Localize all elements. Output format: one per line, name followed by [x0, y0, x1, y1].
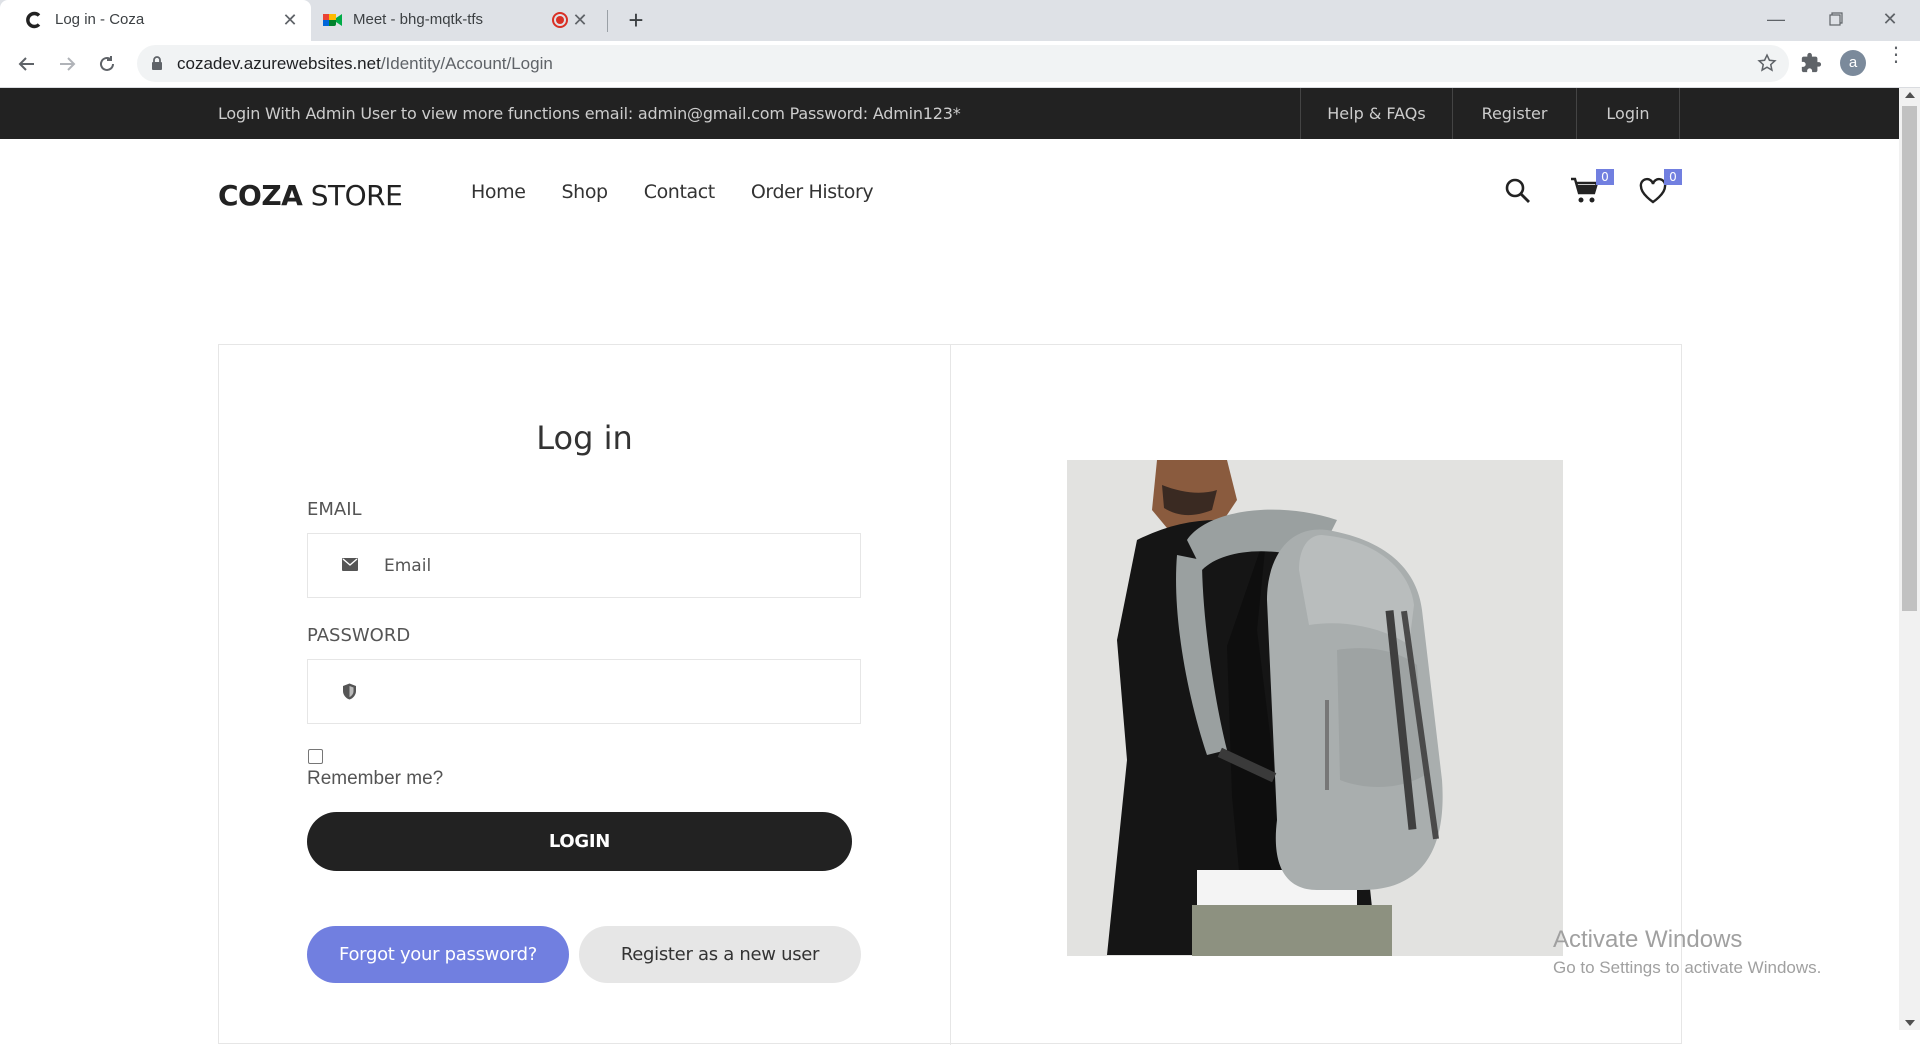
top-bar-links: Help & FAQs Register Login — [1300, 88, 1680, 139]
new-tab-plus-icon[interactable]: + — [620, 7, 652, 34]
browser-tab-meet[interactable]: Meet - bhg-mqtk-tfs ✕ — [311, 0, 611, 41]
logo-bold: COZA — [218, 179, 303, 212]
browser-tab-active[interactable]: Log in - Coza ✕ — [0, 0, 311, 41]
close-tab-icon[interactable]: ✕ — [569, 9, 591, 31]
register-new-user-button[interactable]: Register as a new user — [579, 926, 861, 983]
activate-windows-watermark: Activate Windows Go to Settings to activ… — [1553, 926, 1821, 978]
watermark-title: Activate Windows — [1553, 926, 1743, 953]
wishlist-button[interactable]: 0 — [1638, 169, 1682, 210]
scrollbar-thumb[interactable] — [1902, 106, 1917, 611]
reload-icon[interactable] — [92, 49, 122, 79]
logo-light: STORE — [302, 179, 403, 212]
email-label: EMAIL — [307, 499, 362, 520]
password-label: PASSWORD — [307, 625, 411, 646]
email-input[interactable] — [384, 552, 834, 580]
cart-count-badge: 0 — [1596, 169, 1614, 185]
wishlist-count-badge: 0 — [1664, 169, 1682, 185]
cart-button[interactable]: 0 — [1570, 169, 1614, 210]
meet-favicon-icon — [323, 10, 343, 30]
nav-contact[interactable]: Contact — [644, 181, 716, 203]
profile-avatar[interactable]: a — [1840, 50, 1866, 76]
address-bar[interactable]: cozadev.azurewebsites.net/Identity/Accou… — [137, 45, 1789, 82]
login-button[interactable]: LOGIN — [307, 812, 852, 871]
browser-toolbar: cozadev.azurewebsites.net/Identity/Accou… — [0, 41, 1920, 88]
tab-separator — [607, 10, 608, 32]
recording-icon — [552, 12, 568, 28]
search-icon[interactable] — [1504, 177, 1532, 210]
restore-icon[interactable] — [1806, 4, 1866, 34]
card-divider — [950, 345, 951, 1045]
main-nav: Home Shop Contact Order History — [471, 181, 909, 203]
email-field[interactable] — [307, 533, 861, 598]
login-title: Log in — [536, 419, 633, 457]
scroll-up-arrow-icon[interactable] — [1905, 92, 1915, 98]
shield-icon — [342, 683, 357, 705]
scroll-down-arrow-icon[interactable] — [1905, 1020, 1915, 1026]
nav-home[interactable]: Home — [471, 181, 526, 203]
tab-title: Log in - Coza — [55, 11, 145, 28]
login-link[interactable]: Login — [1576, 88, 1680, 139]
extensions-puzzle-icon[interactable] — [1800, 52, 1822, 79]
browser-menu-icon[interactable]: ⋮ — [1886, 45, 1906, 65]
nav-shop[interactable]: Shop — [562, 181, 609, 203]
remember-me-checkbox[interactable] — [308, 749, 323, 764]
site-header: COZA STORE Home Shop Contact Order Histo… — [0, 139, 1899, 242]
password-input[interactable] — [384, 678, 834, 706]
browser-tabstrip: Log in - Coza ✕ Meet - bhg-mqtk-tfs ✕ + … — [0, 0, 1920, 41]
bookmark-star-icon[interactable] — [1757, 53, 1777, 78]
lock-icon[interactable] — [151, 56, 163, 75]
forgot-password-button[interactable]: Forgot your password? — [307, 926, 569, 983]
register-link[interactable]: Register — [1452, 88, 1576, 139]
help-faqs-link[interactable]: Help & FAQs — [1300, 88, 1452, 139]
close-tab-icon[interactable]: ✕ — [279, 9, 301, 31]
url-text: cozadev.azurewebsites.net/Identity/Accou… — [177, 54, 553, 74]
url-path: /Identity/Account/Login — [380, 54, 553, 73]
minimize-icon[interactable]: — — [1746, 4, 1806, 34]
coza-favicon-icon — [24, 10, 44, 30]
site-top-bar: Login With Admin User to view more funct… — [0, 88, 1899, 139]
admin-login-notice: Login With Admin User to view more funct… — [218, 104, 961, 123]
envelope-icon — [342, 558, 358, 576]
close-window-icon[interactable]: ✕ — [1860, 4, 1920, 34]
tab-title: Meet - bhg-mqtk-tfs — [353, 11, 484, 28]
password-field[interactable] — [307, 659, 861, 724]
page-scrollbar[interactable] — [1899, 88, 1920, 1030]
watermark-subtitle: Go to Settings to activate Windows. — [1553, 958, 1822, 977]
nav-order-history[interactable]: Order History — [751, 181, 874, 203]
url-host: cozadev.azurewebsites.net — [177, 54, 381, 73]
site-logo[interactable]: COZA STORE — [218, 179, 403, 212]
remember-me-label[interactable]: Remember me? — [307, 768, 443, 790]
forward-arrow-icon[interactable] — [52, 49, 82, 79]
backpack-model-photo — [1067, 460, 1563, 956]
back-arrow-icon[interactable] — [12, 49, 42, 79]
login-card: Log in EMAIL PASSWORD Remember me? LOGIN… — [218, 344, 1682, 1045]
